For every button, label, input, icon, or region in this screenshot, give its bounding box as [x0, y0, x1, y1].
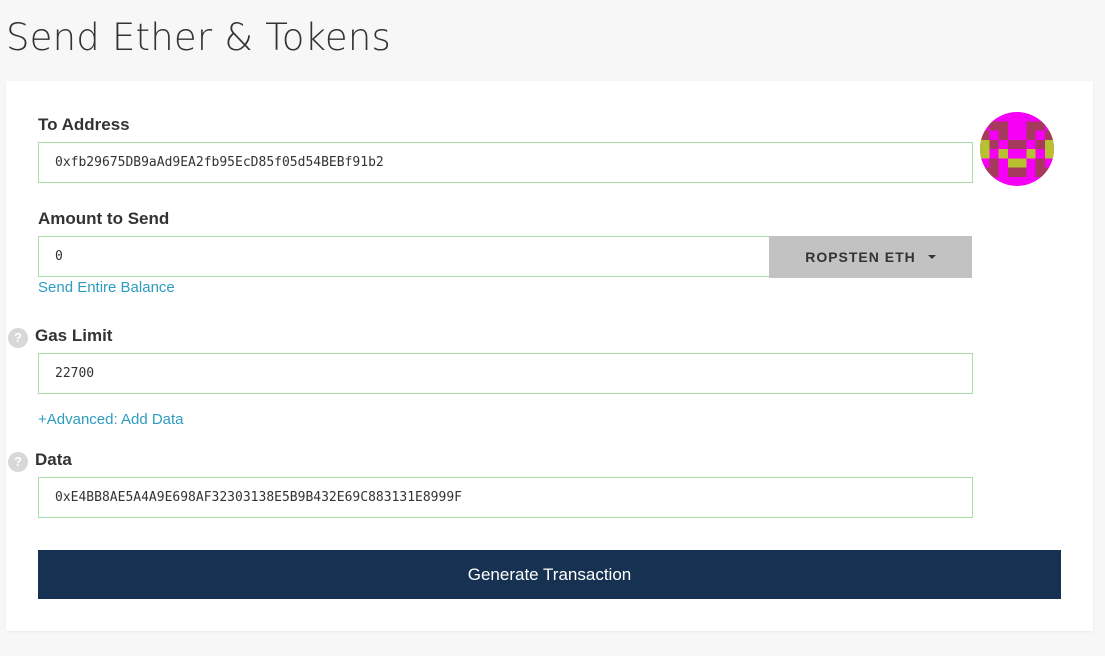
unit-dropdown-label: ROPSTEN ETH — [805, 249, 916, 265]
gas-limit-input[interactable]: 22700 — [38, 353, 973, 394]
generate-transaction-button[interactable]: Generate Transaction — [38, 550, 1061, 599]
send-entire-balance-link[interactable]: Send Entire Balance — [38, 279, 175, 296]
question-circle-icon[interactable]: ? — [8, 328, 28, 348]
address-identicon — [980, 112, 1054, 186]
caret-down-icon — [927, 255, 936, 259]
data-label: Data — [35, 450, 72, 469]
question-circle-icon[interactable]: ? — [8, 452, 28, 472]
unit-dropdown[interactable]: ROPSTEN ETH — [769, 236, 972, 278]
gas-limit-label: Gas Limit — [35, 326, 113, 345]
data-input[interactable]: 0xE4BB8AE5A4A9E698AF32303138E5B9B432E69C… — [38, 477, 973, 518]
advanced-add-data-link[interactable]: +Advanced: Add Data — [38, 411, 184, 428]
page-title: Send Ether & Tokens — [6, 16, 391, 59]
amount-input[interactable]: 0 — [38, 236, 770, 277]
to-address-label: To Address — [38, 115, 130, 134]
send-transaction-card: To Address 0xfb29675DB9aAd9EA2fb95EcD85f… — [6, 81, 1093, 631]
amount-label: Amount to Send — [38, 209, 170, 228]
to-address-input[interactable]: 0xfb29675DB9aAd9EA2fb95EcD85f05d54BEBf91… — [38, 142, 973, 183]
